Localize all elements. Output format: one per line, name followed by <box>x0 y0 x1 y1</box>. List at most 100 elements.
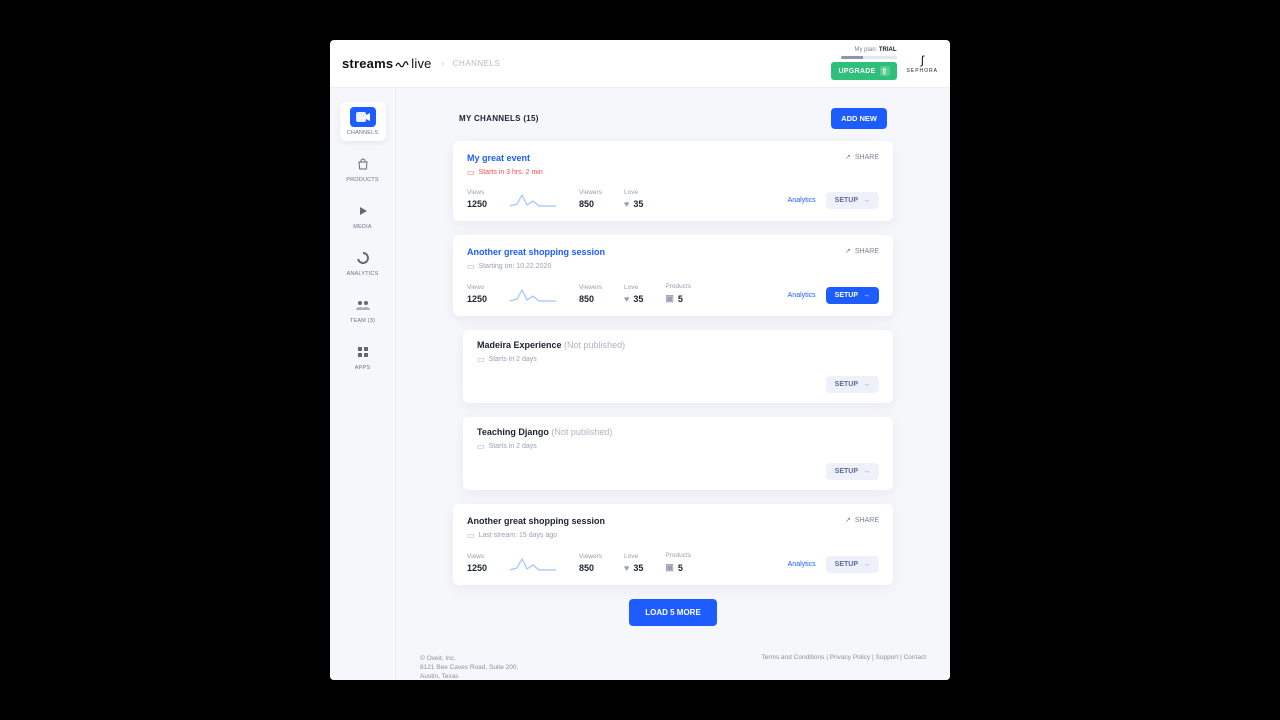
setup-button[interactable]: SETUP → <box>826 463 879 480</box>
views-value: 1250 <box>467 563 487 573</box>
analytics-link[interactable]: Analytics <box>788 197 816 204</box>
plan-value: TRIAL <box>879 47 897 53</box>
arrow-right-icon: → <box>863 381 870 388</box>
share-button[interactable]: ↗SHARE <box>845 247 879 255</box>
arrow-right-icon: → <box>863 561 870 568</box>
love-value: ♥35 <box>624 199 643 209</box>
brand-name: SEPHORA <box>907 68 938 74</box>
sidebar-item-video[interactable]: LIVE CHANNELS <box>340 102 386 141</box>
viewers-value: 850 <box>579 294 602 304</box>
heart-icon: ♥ <box>624 563 629 573</box>
top-bar: streams live › CHANNELS My plan: TRIAL U… <box>330 40 950 88</box>
logo-text-b: live <box>411 56 431 71</box>
share-button[interactable]: ↗SHARE <box>845 153 879 161</box>
calendar-icon: ▭ <box>467 531 475 540</box>
upgrade-button[interactable]: UPGRADE ⇧ <box>831 62 896 80</box>
card-meta: ▭Starting on: 10.22.2020 <box>467 262 879 271</box>
views-label: Views <box>467 284 487 291</box>
share-icon: ↗ <box>845 153 851 161</box>
footer: © Oveit, Inc. 8121 Bee Caves Road, Suite… <box>396 654 950 680</box>
love-value: ♥35 <box>624 294 643 304</box>
heart-icon: ♥ <box>624 199 629 209</box>
sidebar: LIVE CHANNELS PRODUCTS MEDIA ANALYTICS TEAM (… <box>330 88 396 680</box>
logo[interactable]: streams live <box>342 56 432 71</box>
calendar-icon: ▭ <box>477 355 485 364</box>
channel-card: Madeira Experience (Not published) ▭Start… <box>463 330 893 403</box>
bag-icon: ▣ <box>665 293 674 304</box>
plan-progress <box>841 56 897 59</box>
sidebar-item-bag[interactable]: PRODUCTS <box>340 149 386 188</box>
footer-address-2: Austin, Texas <box>420 672 518 680</box>
setup-button[interactable]: SETUP → <box>826 556 879 573</box>
sparkline <box>509 286 557 304</box>
logo-text-a: streams <box>342 56 393 71</box>
card-title: Madeira Experience (Not published) <box>477 340 625 350</box>
analytics-link[interactable]: Analytics <box>788 561 816 568</box>
footer-link[interactable]: Terms and Conditions <box>762 654 825 661</box>
wave-icon <box>395 60 409 68</box>
views-value: 1250 <box>467 294 487 304</box>
viewers-value: 850 <box>579 199 602 209</box>
card-title[interactable]: Another great shopping session <box>467 247 605 257</box>
analytics-link[interactable]: Analytics <box>788 292 816 299</box>
heart-icon: ♥ <box>624 294 629 304</box>
sidebar-item-team[interactable]: TEAM (3) <box>340 290 386 329</box>
card-meta: ▭Last stream: 15 days ago <box>467 531 879 540</box>
setup-button[interactable]: SETUP → <box>826 192 879 209</box>
setup-button[interactable]: SETUP → <box>826 287 879 304</box>
svg-text:LIVE: LIVE <box>358 115 367 120</box>
sidebar-item-label: APPS <box>355 365 370 371</box>
app-frame: streams live › CHANNELS My plan: TRIAL U… <box>330 40 950 680</box>
bag-icon: ▣ <box>665 562 674 573</box>
card-title: Teaching Django (Not published) <box>477 427 612 437</box>
breadcrumb: › CHANNELS <box>442 59 501 68</box>
products-label: Products <box>665 552 691 559</box>
love-label: Love <box>624 553 643 560</box>
channel-card: Teaching Django (Not published)▭Starts i… <box>463 417 893 490</box>
not-published-tag: (Not published) <box>564 340 625 350</box>
footer-link[interactable]: Contact <box>904 654 926 661</box>
sidebar-item-play[interactable]: MEDIA <box>340 196 386 235</box>
products-value: ▣5 <box>665 562 691 573</box>
chevron-right-icon: › <box>442 59 445 68</box>
apps-icon <box>350 342 376 362</box>
card-meta: ▭Starts in 2 days <box>477 355 879 364</box>
products-label: Products <box>665 283 691 290</box>
play-icon <box>350 201 376 221</box>
add-new-button[interactable]: ADD NEW <box>831 108 887 129</box>
sidebar-item-label: ANALYTICS <box>347 271 379 277</box>
sidebar-item-chart[interactable]: ANALYTICS <box>340 243 386 282</box>
channel-card: My great event ↗SHARE ▭Starts in 3 hrs. 2 … <box>453 141 893 221</box>
upgrade-icon: ⇧ <box>880 66 890 76</box>
views-label: Views <box>467 553 487 560</box>
brand-mark-icon: ʃ <box>921 53 924 67</box>
setup-button[interactable]: SETUP → <box>826 376 879 393</box>
share-icon: ↗ <box>845 516 851 524</box>
channel-card: Another great shopping session ↗SHARE ▭Sta… <box>453 235 893 316</box>
love-value: ♥35 <box>624 563 643 573</box>
footer-link[interactable]: Support <box>876 654 899 661</box>
main-scroll[interactable]: MY CHANNELS (15) ADD NEW My great event↗… <box>396 88 950 680</box>
share-button[interactable]: ↗SHARE <box>845 516 879 524</box>
card-meta: ▭Starts in 3 hrs. 2 min <box>467 168 879 177</box>
calendar-icon: ▭ <box>477 442 485 451</box>
sidebar-item-apps[interactable]: APPS <box>340 337 386 376</box>
load-more-button[interactable]: LOAD 5 MORE <box>629 599 717 626</box>
card-title: Another great shopping session <box>467 516 605 526</box>
love-label: Love <box>624 189 643 196</box>
sidebar-item-label: CHANNELS <box>347 130 379 136</box>
card-title[interactable]: My great event <box>467 153 530 163</box>
calendar-icon: ▭ <box>467 262 475 271</box>
plan-label: My plan: <box>855 47 878 53</box>
share-icon: ↗ <box>845 247 851 255</box>
love-label: Love <box>624 284 643 291</box>
arrow-right-icon: → <box>863 468 870 475</box>
bag-icon <box>350 154 376 174</box>
sparkline <box>509 555 557 573</box>
brand-badge[interactable]: ʃ SEPHORA <box>907 53 938 74</box>
footer-link[interactable]: Privacy Policy <box>830 654 870 661</box>
footer-copyright: © Oveit, Inc. <box>420 654 518 663</box>
sidebar-item-label: TEAM (3) <box>350 318 375 324</box>
viewers-label: Viewers <box>579 553 602 560</box>
chart-icon <box>350 248 376 268</box>
